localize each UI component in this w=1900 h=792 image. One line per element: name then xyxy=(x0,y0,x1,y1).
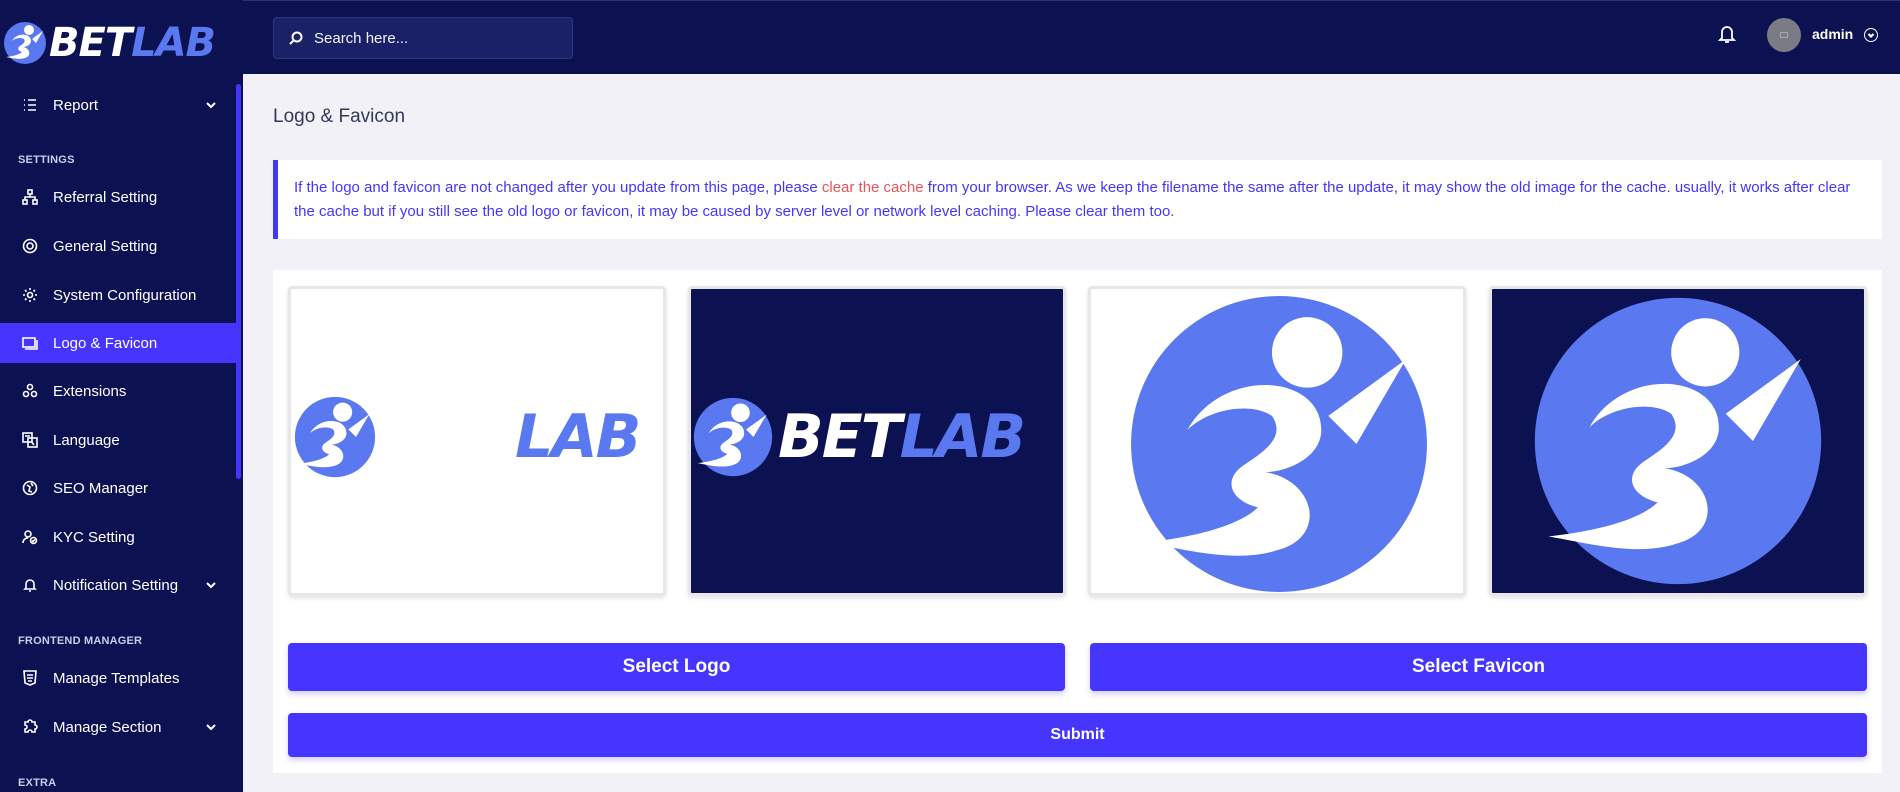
favicon-preview-dark[interactable] xyxy=(1489,286,1867,596)
favicon-preview-light[interactable] xyxy=(1088,286,1466,596)
sidebar-item-label: Manage Section xyxy=(53,718,162,736)
select-logo-button[interactable]: Select Logo xyxy=(288,643,1065,691)
top-navbar: admin xyxy=(243,0,1900,74)
sidebar-item-label: System Configuration xyxy=(53,286,197,304)
cache-info-alert: If the logo and favicon are not changed … xyxy=(273,160,1882,239)
runner-logo-icon xyxy=(4,22,46,64)
brand-name-lab: LAB xyxy=(131,20,216,66)
section-title-settings: SETTINGS xyxy=(18,154,75,166)
logo-light-lab-text: LAB xyxy=(515,402,641,472)
gear-icon xyxy=(22,287,38,303)
cogs-icon xyxy=(22,383,38,399)
language-icon xyxy=(22,432,38,448)
logo-dark-lab-text: LAB xyxy=(899,402,1026,472)
sidebar-item-label: Referral Setting xyxy=(53,188,158,206)
logo-preview-light[interactable]: LAB xyxy=(288,286,666,596)
globe-icon xyxy=(22,480,38,496)
favicon-runner-icon xyxy=(1131,296,1427,592)
logo-preview-dark[interactable]: BET LAB xyxy=(688,286,1066,596)
sidebar-item-label: KYC Setting xyxy=(53,528,135,546)
chevron-down-icon xyxy=(204,720,218,734)
html5-icon xyxy=(22,670,38,686)
sidebar-item-language[interactable]: Language xyxy=(0,420,238,460)
sidebar-item-label: Report xyxy=(53,96,99,114)
sidebar-item-label: General Setting xyxy=(53,237,158,255)
chevron-down-icon xyxy=(204,98,218,112)
page-title: Logo & Favicon xyxy=(273,106,406,127)
sidebar-item-logo-favicon[interactable]: Logo & Favicon xyxy=(0,323,238,363)
section-title-extra: EXTRA xyxy=(18,777,57,789)
brand-logo[interactable]: BETLAB xyxy=(0,0,243,86)
sitemap-icon xyxy=(22,189,38,205)
username[interactable]: admin xyxy=(1812,26,1853,42)
image-placeholder-icon xyxy=(1780,32,1788,38)
search-input[interactable] xyxy=(314,29,554,47)
brand-name: BETLAB xyxy=(49,20,216,66)
sidebar-item-referral-setting[interactable]: Referral Setting xyxy=(0,177,238,217)
section-title-frontend-manager: FRONTEND MANAGER xyxy=(18,635,143,647)
sidebar-item-system-configuration[interactable]: System Configuration xyxy=(0,275,238,315)
images-icon xyxy=(22,335,38,351)
sidebar-item-label: Logo & Favicon xyxy=(53,334,158,352)
avatar[interactable] xyxy=(1767,18,1801,52)
search-icon xyxy=(289,31,303,45)
sidebar-item-label: SEO Manager xyxy=(53,479,149,497)
sidebar-item-report[interactable]: Report xyxy=(0,85,238,125)
sidebar-item-manage-section[interactable]: Manage Section xyxy=(0,707,238,747)
bell-icon xyxy=(22,577,38,593)
logo-favicon-card: LAB BET LAB Select Logo Select Favicon S… xyxy=(273,270,1882,773)
sidebar-item-label: Notification Setting xyxy=(53,576,179,594)
alert-text-part1: If the logo and favicon are not changed … xyxy=(294,179,822,196)
sidebar-item-label: Extensions xyxy=(53,382,127,400)
alert-highlight-text: clear the cache xyxy=(821,179,924,196)
select-favicon-button[interactable]: Select Favicon xyxy=(1090,643,1867,691)
runner-logo-icon xyxy=(693,397,773,477)
sidebar-item-general-setting[interactable]: General Setting xyxy=(0,226,238,266)
sidebar: BETLAB Report SETTINGS Referral Setting … xyxy=(0,0,243,792)
sidebar-item-label: Manage Templates xyxy=(53,669,180,687)
puzzle-icon xyxy=(22,719,38,735)
lifebuoy-icon xyxy=(22,238,38,254)
logo-dark-image: BET LAB xyxy=(691,397,1063,477)
logo-dark-bet-text: BET xyxy=(778,402,902,472)
brand-name-bet: BET xyxy=(49,20,132,66)
search-box[interactable] xyxy=(273,17,573,59)
sidebar-item-kyc-setting[interactable]: KYC Setting xyxy=(0,517,238,557)
submit-button[interactable]: Submit xyxy=(288,713,1867,757)
favicon-runner-icon xyxy=(1534,297,1822,585)
user-check-icon xyxy=(22,529,38,545)
sidebar-item-notification-setting[interactable]: Notification Setting xyxy=(0,565,238,605)
logo-light-image: LAB xyxy=(291,396,663,478)
sidebar-item-extensions[interactable]: Extensions xyxy=(0,371,238,411)
runner-logo-icon xyxy=(294,396,376,478)
list-icon xyxy=(22,97,38,113)
sidebar-item-seo-manager[interactable]: SEO Manager xyxy=(0,468,238,508)
notification-bell-icon[interactable] xyxy=(1717,23,1737,45)
sidebar-item-manage-templates[interactable]: Manage Templates xyxy=(0,658,238,698)
chevron-down-icon xyxy=(204,578,218,592)
chevron-down-circle-icon[interactable] xyxy=(1864,28,1878,42)
sidebar-item-label: Language xyxy=(53,431,120,449)
